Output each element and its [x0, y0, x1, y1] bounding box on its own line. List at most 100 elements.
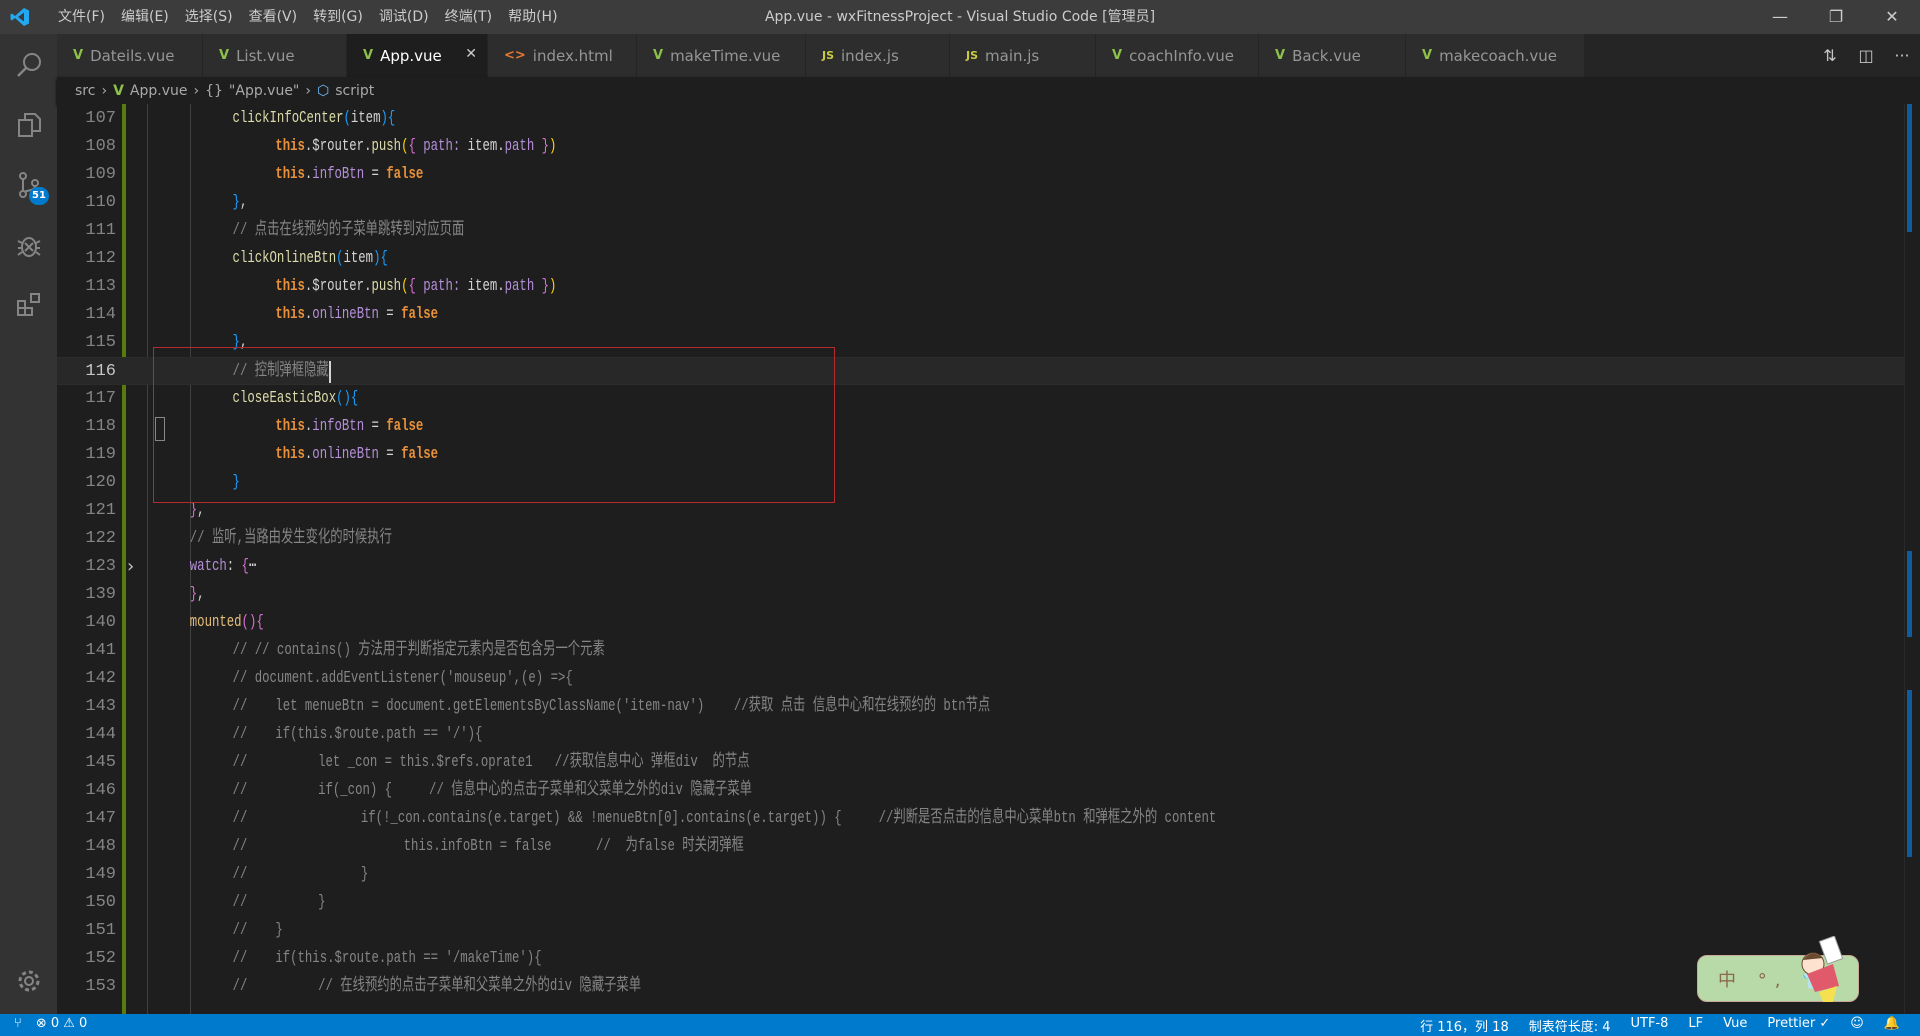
tab-app-vue[interactable]: V App.vue ✕: [347, 34, 488, 77]
menu-item[interactable]: 帮助(H): [500, 0, 565, 34]
code-line[interactable]: 151 // }: [57, 917, 1904, 945]
code-token: .$router.: [304, 137, 372, 156]
code-line[interactable]: 121 },: [57, 497, 1904, 525]
menu-item[interactable]: 转到(G): [305, 0, 371, 34]
code-line[interactable]: 123 › watch: {⋯: [57, 553, 1904, 581]
tab-main-js[interactable]: JS main.js: [950, 34, 1096, 77]
code-line[interactable]: 114 this.onlineBtn = false: [57, 301, 1904, 329]
tab-index-js[interactable]: JS index.js: [806, 34, 950, 77]
code-line[interactable]: 110 },: [57, 189, 1904, 217]
code-line[interactable]: 109 this.infoBtn = false: [57, 161, 1904, 189]
code-text: },: [147, 497, 205, 525]
code-token: // let menueBtn = document.getElementsBy…: [232, 697, 991, 716]
minimize-button[interactable]: —: [1752, 0, 1808, 34]
code-text: // // contains() 方法用于判断指定元素内是否包含另一个元素: [147, 637, 605, 665]
code-editor[interactable]: 107 clickInfoCenter(item){108 this.$rout…: [57, 104, 1904, 1014]
code-token: (: [401, 277, 409, 296]
fold-chevron-icon[interactable]: ›: [127, 553, 134, 581]
tab-back-vue[interactable]: V Back.vue: [1259, 34, 1406, 77]
code-line[interactable]: 117 closeEasticBox(){: [57, 385, 1904, 413]
line-number: 113: [85, 277, 116, 296]
menu-item[interactable]: 终端(T): [437, 0, 500, 34]
code-token: this: [275, 417, 305, 436]
code-line[interactable]: 118 this.infoBtn = false: [57, 413, 1904, 441]
code-line[interactable]: 108 this.$router.push({ path: item.path …: [57, 133, 1904, 161]
source-control-icon[interactable]: 51: [0, 160, 57, 210]
code-line[interactable]: 115 },: [57, 329, 1904, 357]
code-line[interactable]: 149 // }: [57, 861, 1904, 889]
close-tab-icon[interactable]: ✕: [465, 46, 477, 62]
object-braces-icon: {}: [205, 82, 223, 99]
debug-icon[interactable]: [0, 220, 57, 270]
code-line[interactable]: 141 // // contains() 方法用于判断指定元素内是否包含另一个元…: [57, 637, 1904, 665]
code-line[interactable]: 120 }: [57, 469, 1904, 497]
vertical-scrollbar[interactable]: [1904, 104, 1920, 1014]
branch-icon[interactable]: ⑂: [14, 1016, 22, 1031]
extensions-icon[interactable]: [0, 280, 57, 330]
split-editor-icon[interactable]: ◫: [1848, 46, 1884, 65]
menu-item[interactable]: 文件(F): [50, 0, 113, 34]
menu-item[interactable]: 选择(S): [177, 0, 241, 34]
vscode-logo-icon: [10, 7, 30, 27]
code-line[interactable]: 144 // if(this.$route.path == '/'){: [57, 721, 1904, 749]
code-token: item: [350, 109, 381, 128]
code-line[interactable]: 148 // this.infoBtn = false // 为false 时关…: [57, 833, 1904, 861]
code-token: .$router.: [304, 277, 372, 296]
breadcrumb-object[interactable]: "App.vue": [229, 83, 299, 99]
code-line[interactable]: 139 },: [57, 581, 1904, 609]
code-line[interactable]: 140 mounted(){: [57, 609, 1904, 637]
tab-label: App.vue: [380, 46, 442, 65]
code-line[interactable]: 145 // let _con = this.$refs.oprate1 //获…: [57, 749, 1904, 777]
code-line[interactable]: 107 clickInfoCenter(item){: [57, 105, 1904, 133]
tab-makecoach-vue[interactable]: Vmakecoach.vue: [1406, 34, 1585, 77]
code-line[interactable]: 142 // document.addEventListener('mouseu…: [57, 665, 1904, 693]
code-line[interactable]: 143 // let menueBtn = document.getElemen…: [57, 693, 1904, 721]
menu-item[interactable]: 调试(D): [371, 0, 437, 34]
code-line[interactable]: 146 // if(_con) { // 信息中心的点击子菜单和父菜单之外的di…: [57, 777, 1904, 805]
line-number: 119: [85, 445, 116, 464]
code-text: this.onlineBtn = false: [147, 441, 438, 469]
breadcrumb-symbol[interactable]: script: [335, 83, 374, 99]
open-changes-icon[interactable]: ⇅: [1812, 46, 1848, 65]
tab-maketime-vue[interactable]: VmakeTime.vue: [637, 34, 806, 77]
code-token: {: [350, 389, 359, 408]
code-token: onlineBtn: [312, 305, 379, 324]
breadcrumb-folder[interactable]: src: [75, 83, 95, 99]
code-token: mounted: [189, 613, 242, 632]
line-number: 114: [85, 305, 116, 324]
ime-status-widget[interactable]: 中 °, 👕: [1697, 936, 1859, 1002]
code-line[interactable]: 122 // 监听,当路由发生变化的时候执行: [57, 525, 1904, 553]
breadcrumb-file[interactable]: App.vue: [130, 83, 188, 99]
restore-button[interactable]: ❐: [1808, 0, 1864, 34]
tab-index-html[interactable]: <> index.html: [488, 34, 637, 77]
code-line[interactable]: 113 this.$router.push({ path: item.path …: [57, 273, 1904, 301]
code-line[interactable]: 112 clickOnlineBtn(item){: [57, 245, 1904, 273]
code-line[interactable]: 119 this.onlineBtn = false: [57, 441, 1904, 469]
explorer-icon[interactable]: [0, 100, 57, 150]
search-icon[interactable]: [0, 40, 57, 90]
tab-dateils-vue[interactable]: V Dateils.vue: [57, 34, 203, 77]
chevron-right-icon: ›: [101, 82, 108, 99]
code-line[interactable]: 147 // if(!_con.contains(e.target) && !m…: [57, 805, 1904, 833]
code-token: // let _con = this.$refs.oprate1 //获取信息中…: [232, 753, 750, 772]
code-line[interactable]: 153 // // 在线预约的点击子菜单和父菜单之外的div 隐藏子菜单: [57, 973, 1904, 1001]
tab-list-vue[interactable]: V List.vue: [203, 34, 347, 77]
more-actions-icon[interactable]: ···: [1884, 46, 1920, 65]
code-line[interactable]: 116 // 控制弹框隐藏: [57, 357, 1904, 385]
close-window-button[interactable]: ✕: [1864, 0, 1920, 34]
code-line[interactable]: 152 // if(this.$route.path == '/makeTime…: [57, 945, 1904, 973]
code-line[interactable]: 150 // }: [57, 889, 1904, 917]
code-token: closeEasticBox: [232, 389, 337, 408]
code-token: }: [534, 137, 550, 156]
menu-item[interactable]: 查看(V): [241, 0, 306, 34]
problems-indicator[interactable]: ⊗ 0 ⚠ 0: [36, 1016, 88, 1031]
settings-gear-icon[interactable]: [0, 956, 57, 1006]
menu-item[interactable]: 编辑(E): [113, 0, 177, 34]
code-line[interactable]: 111 // 点击在线预约的子菜单跳转到对应页面: [57, 217, 1904, 245]
code-text: watch: {⋯: [147, 553, 257, 581]
cube-symbol-icon: ⬡: [316, 82, 330, 99]
tab-coachinfo-vue[interactable]: VcoachInfo.vue: [1096, 34, 1259, 77]
